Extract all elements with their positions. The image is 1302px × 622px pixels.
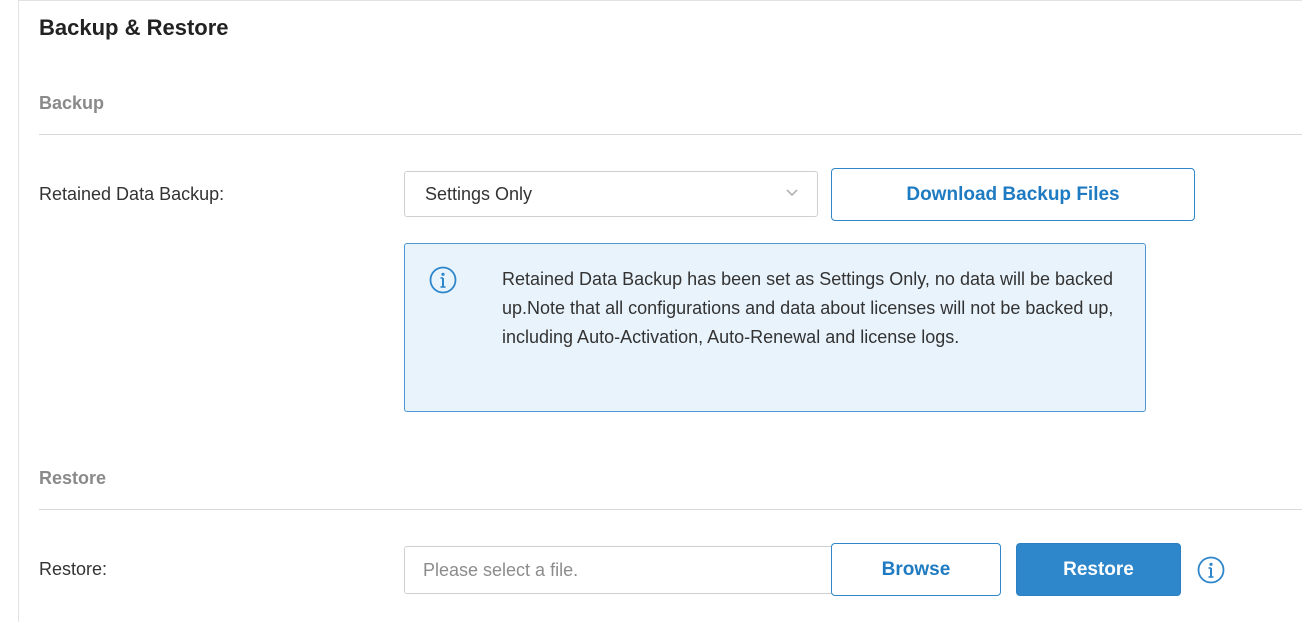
restore-file-input[interactable]: [404, 546, 834, 594]
retained-data-backup-label: Retained Data Backup:: [39, 184, 225, 204]
browse-button[interactable]: Browse: [831, 543, 1001, 596]
retained-data-backup-select[interactable]: Settings Only: [404, 171, 818, 217]
restore-label: Restore:: [39, 559, 108, 579]
restore-section-divider: [39, 509, 1302, 510]
page-title: Backup & Restore: [39, 15, 229, 40]
info-icon: [429, 266, 457, 294]
download-backup-files-button[interactable]: Download Backup Files: [831, 168, 1195, 221]
restore-section-title: Restore: [39, 468, 107, 488]
chevron-down-icon: [786, 189, 798, 197]
restore-info-icon[interactable]: [1197, 556, 1225, 584]
retained-data-backup-value: Settings Only: [425, 184, 533, 204]
backup-notice-text: Retained Data Backup has been set as Set…: [502, 269, 1114, 347]
backup-restore-panel: Backup & Restore Backup Retained Data Ba…: [18, 0, 1302, 622]
backup-section-divider: [39, 134, 1302, 135]
backup-info-notice: Retained Data Backup has been set as Set…: [404, 243, 1146, 412]
backup-section-title: Backup: [39, 93, 105, 113]
restore-button[interactable]: Restore: [1016, 543, 1181, 596]
